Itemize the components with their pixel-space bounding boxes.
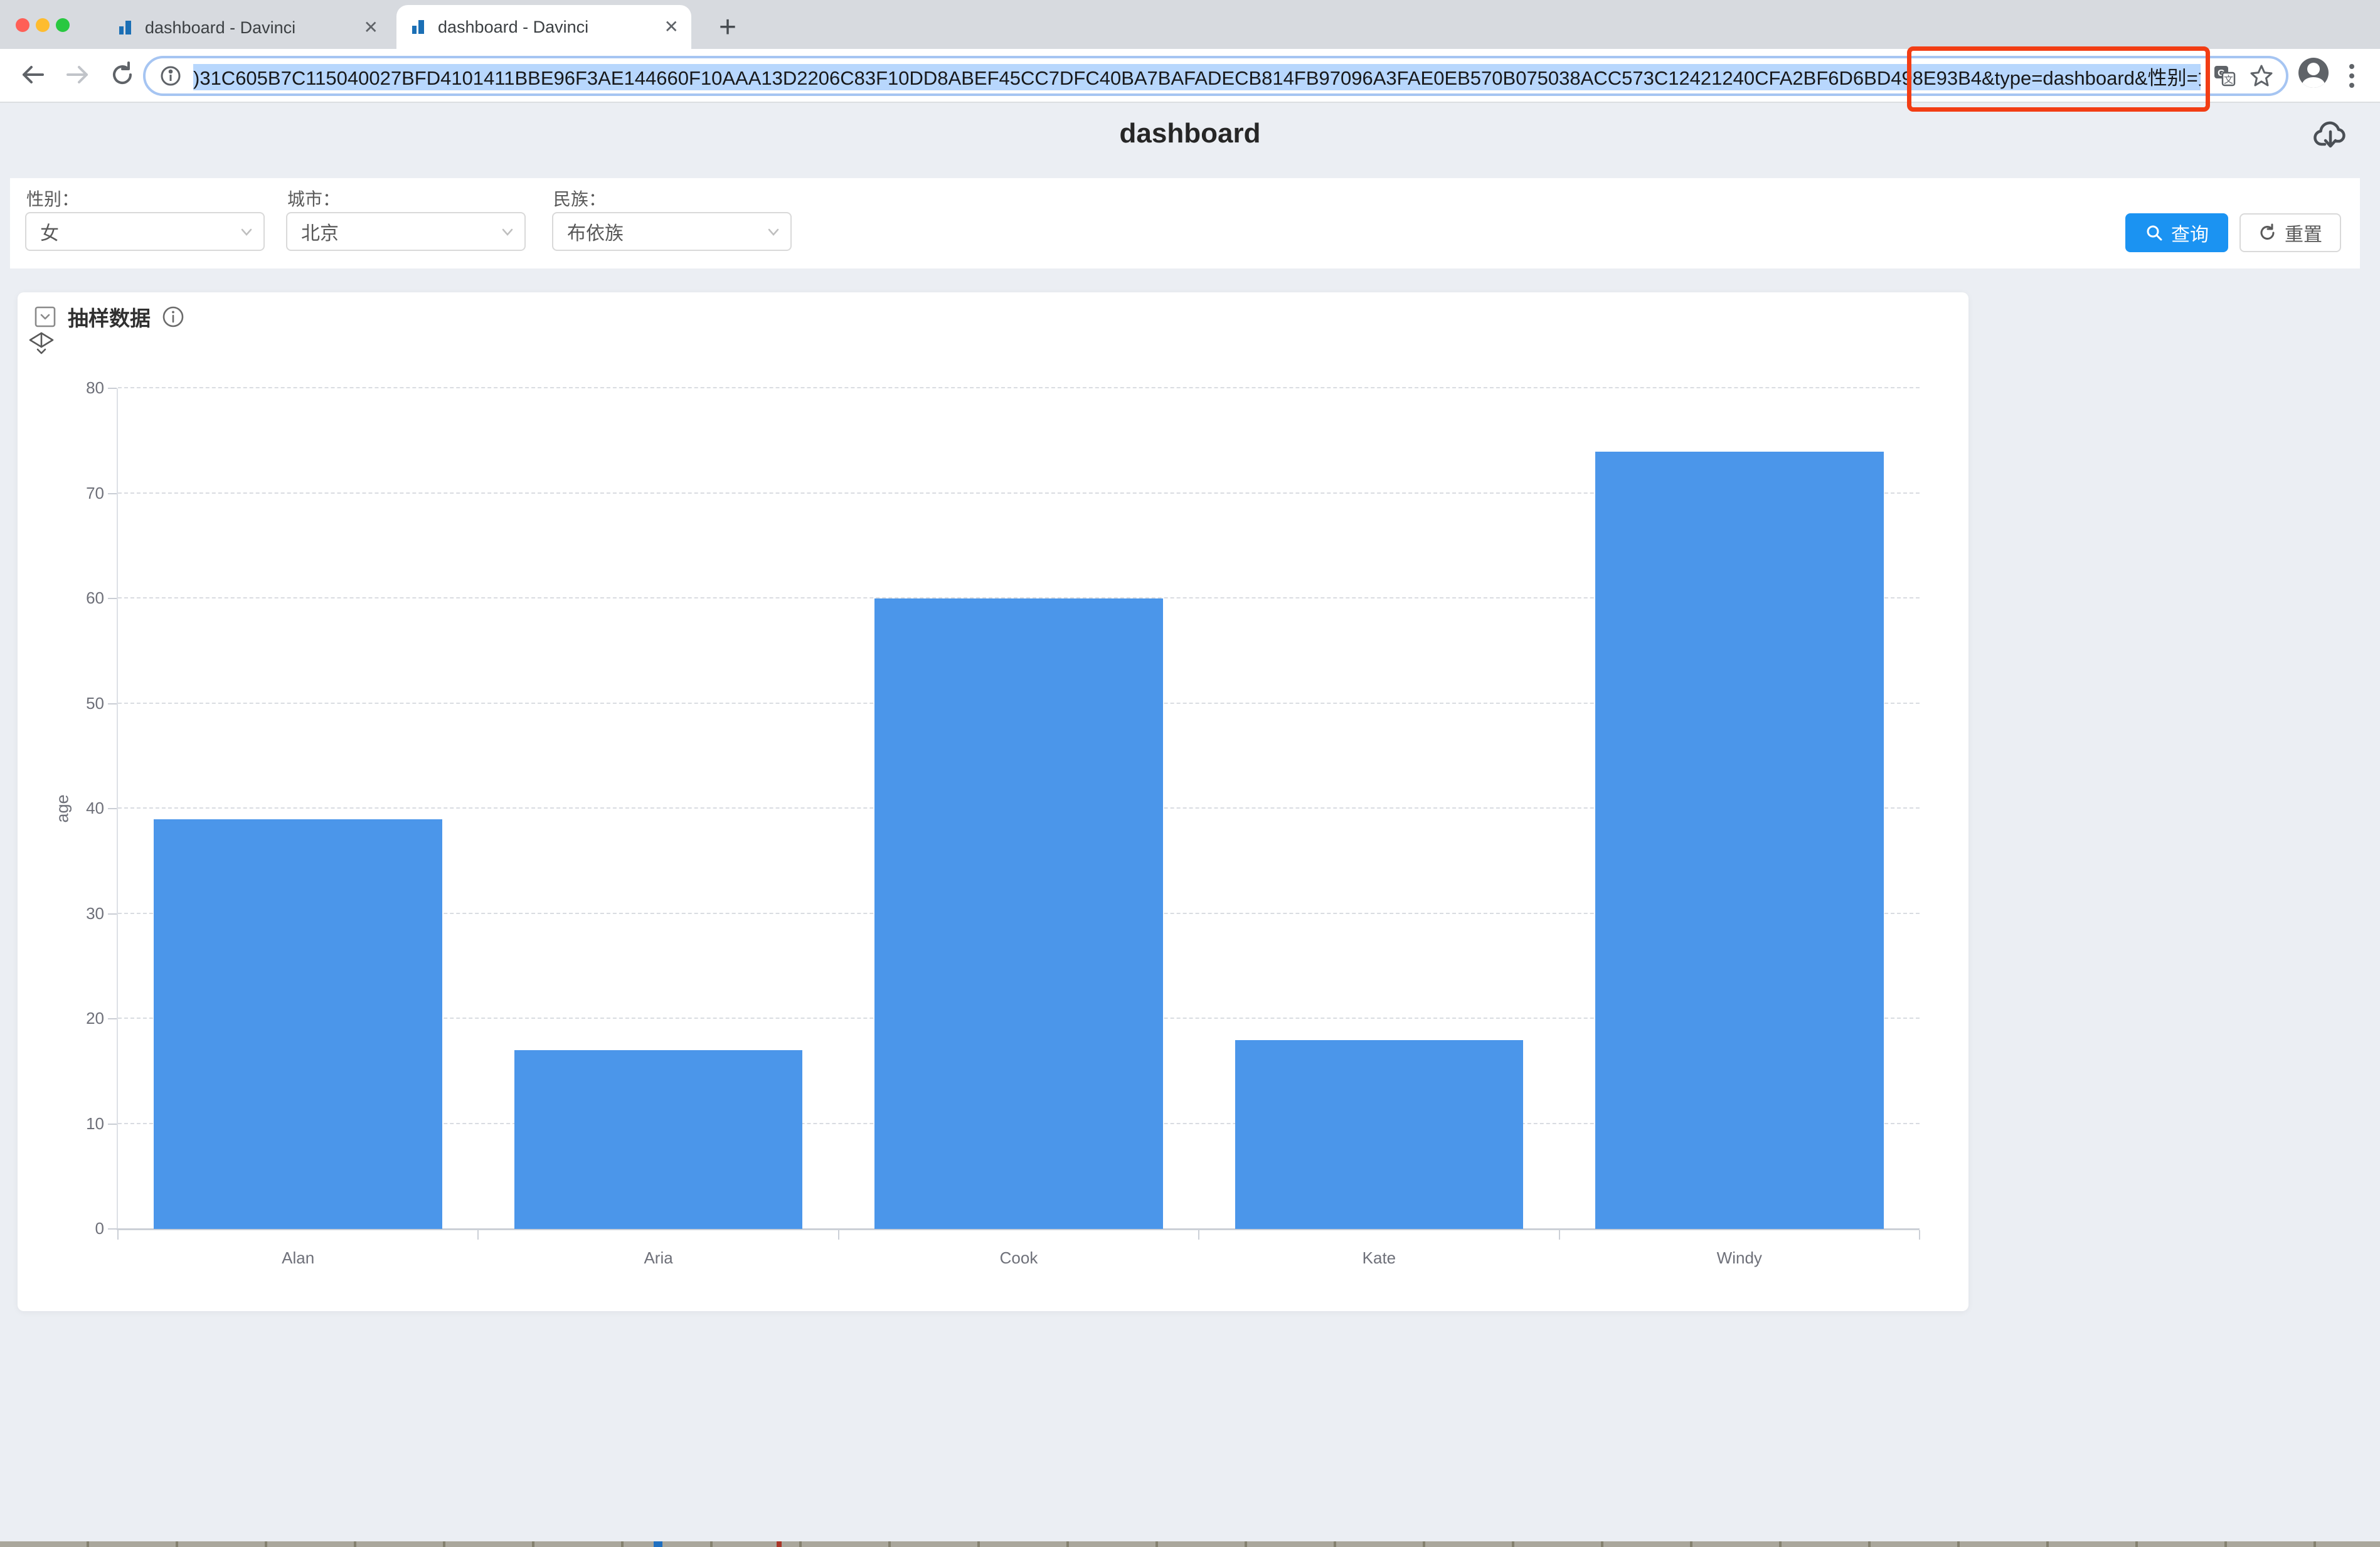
plot-area: 01020304050607080AlanAriaCookKateWindy [118,388,1920,1229]
gender-select[interactable]: 女 [25,212,265,251]
x-axis-tick [1559,1230,1560,1240]
chevron-down-icon [238,224,255,240]
chevron-down-icon [499,224,516,240]
y-axis-tick-label: 10 [30,1114,104,1134]
y-axis-tick-label: 70 [30,484,104,503]
y-axis-tick-label: 0 [30,1219,104,1238]
url-bar[interactable]: )31C605B7C115040027BFD4101411BBE96F3AE14… [143,56,2288,96]
y-axis-tick-label: 30 [30,904,104,923]
browser-tab-1[interactable]: dashboard - Davinci ✕ [104,6,391,49]
select-value: 布依族 [567,218,624,245]
url-prefix: )31C605B7C115040027BFD4101411BBE96F3AE14… [193,64,2135,90]
y-axis-tick-label: 60 [30,588,104,608]
back-icon[interactable] [19,60,48,89]
filter-label: 性别： [26,186,79,211]
reload-icon[interactable] [108,60,137,89]
reload-icon [2258,223,2277,242]
x-axis-category-label: Kate [1285,1248,1473,1268]
chevron-down-icon [765,224,782,240]
y-axis-tick-label: 50 [30,694,104,713]
query-button[interactable]: 查询 [2125,213,2228,252]
select-value: 北京 [301,218,339,245]
widget-header: 抽样数据 [34,304,184,330]
bar-alan[interactable] [154,819,442,1229]
bookmark-star-icon[interactable] [2248,63,2275,89]
new-tab-button[interactable]: + [719,10,736,45]
bar-aria[interactable] [514,1050,803,1229]
reset-button[interactable]: 重置 [2239,213,2341,252]
widget-card-sample-data: 抽样数据 age 01020304050607080AlanAriaCookKa… [18,292,1968,1311]
download-cloud-icon[interactable] [2311,117,2350,151]
bar-kate[interactable] [1235,1040,1524,1230]
favicon-barchart-icon [116,18,135,37]
tab-close-icon[interactable]: ✕ [364,19,378,36]
y-axis-tick [108,388,117,389]
url-text[interactable]: )31C605B7C115040027BFD4101411BBE96F3AE14… [193,62,2201,90]
collapse-checkbox-icon[interactable] [34,306,56,328]
background-window-edge [0,1541,2380,1547]
y-axis-tick [108,493,117,494]
window-zoom-button[interactable] [56,18,70,32]
select-value: 女 [40,218,59,245]
browser-tab-2-active[interactable]: dashboard - Davinci ✕ [396,5,691,49]
favicon-barchart-icon [409,18,428,36]
filter-label: 城市： [287,186,340,211]
x-axis-category-label: Aria [565,1248,753,1268]
x-axis-category-label: Cook [925,1248,1113,1268]
window-close-button[interactable] [16,18,29,32]
y-axis-tick [108,1124,117,1125]
svg-text:文: 文 [2224,75,2233,85]
y-gridline [118,387,1920,388]
y-axis-tick [108,598,117,599]
bar-windy[interactable] [1595,452,1884,1230]
y-axis-tick-label: 80 [30,378,104,398]
city-select[interactable]: 北京 [286,212,526,251]
y-axis-line [117,388,118,1229]
y-axis-tick-label: 40 [30,799,104,818]
tab-title: dashboard - Davinci [438,18,654,37]
page-title: dashboard [0,118,2380,149]
bar-cook[interactable] [874,598,1163,1229]
translate-icon[interactable]: G文 [2212,63,2237,88]
profile-avatar[interactable] [2298,58,2329,88]
search-icon [2145,223,2164,242]
window-minimize-button[interactable] [36,18,50,32]
browser-toolbar: )31C605B7C115040027BFD4101411BBE96F3AE14… [0,49,2380,103]
y-axis-tick [108,703,117,704]
url-highlighted-params: &性别=女&城市=北京&民族=布依族 [2135,64,2201,90]
x-axis-tick [477,1230,479,1240]
forward-icon [63,60,92,89]
browser-tab-strip: dashboard - Davinci ✕ dashboard - Davinc… [0,0,2380,49]
reset-button-label: 重置 [2285,219,2322,247]
ethnicity-select[interactable]: 布依族 [552,212,792,251]
background-window-red-mark [777,1541,782,1547]
tab-close-icon[interactable]: ✕ [664,18,679,36]
x-axis-tick [1198,1230,1199,1240]
tab-title: dashboard - Davinci [145,18,354,38]
widget-title: 抽样数据 [68,302,151,332]
y-axis-tick [108,1018,117,1019]
x-axis-tick [117,1230,119,1240]
info-icon[interactable] [162,306,184,328]
y-axis-tick-label: 20 [30,1009,104,1028]
page-info-icon[interactable] [159,65,182,87]
x-axis-category-label: Windy [1645,1248,1834,1268]
x-axis-tick [1919,1230,1920,1240]
query-button-label: 查询 [2171,219,2209,247]
y-axis-tick [108,913,117,915]
y-axis-tick [108,808,117,809]
menu-dots-icon[interactable] [2349,63,2355,89]
background-window-blue-mark [654,1541,662,1547]
filter-panel: 性别： 女 城市： 北京 民族： 布依族 查询 [10,178,2360,268]
y-axis-tick [108,1228,117,1230]
filter-label: 民族： [553,186,606,211]
x-axis-tick [838,1230,839,1240]
x-axis-category-label: Alan [204,1248,392,1268]
drill-download-icon[interactable] [28,331,55,356]
